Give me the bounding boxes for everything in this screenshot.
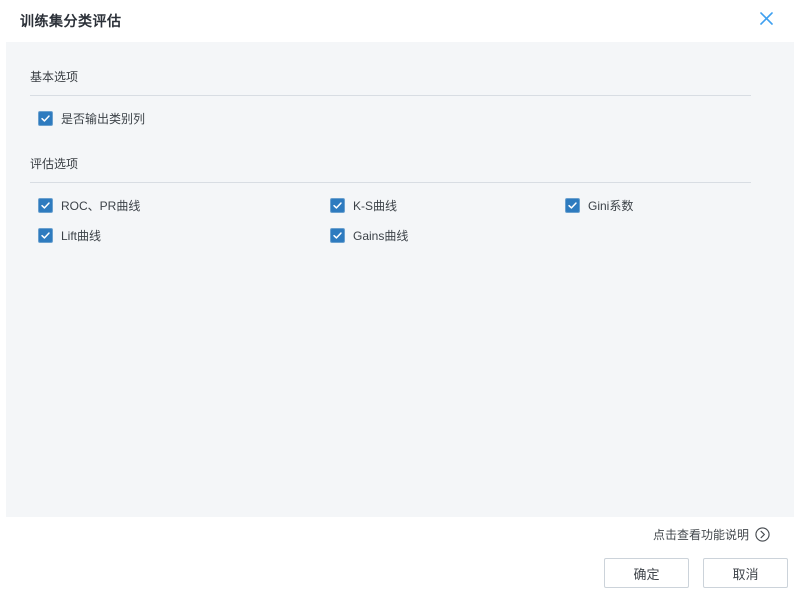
close-button[interactable] bbox=[756, 8, 776, 28]
checkbox-lift-curve[interactable] bbox=[38, 228, 53, 243]
option-gini-coefficient[interactable]: Gini系数 bbox=[565, 190, 770, 220]
checkbox-gini-coefficient[interactable] bbox=[565, 198, 580, 213]
checkbox-output-category-column[interactable] bbox=[38, 111, 53, 126]
close-icon bbox=[760, 12, 773, 25]
option-label: Lift曲线 bbox=[61, 227, 101, 244]
help-link[interactable]: 点击查看功能说明 bbox=[0, 523, 800, 545]
option-lift-curve[interactable]: Lift曲线 bbox=[38, 220, 330, 250]
option-roc-pr-curve[interactable]: ROC、PR曲线 bbox=[38, 190, 330, 220]
option-label: ROC、PR曲线 bbox=[61, 197, 140, 214]
option-output-category-column[interactable]: 是否输出类别列 bbox=[38, 103, 770, 133]
checkbox-roc-pr-curve[interactable] bbox=[38, 198, 53, 213]
option-label: 是否输出类别列 bbox=[61, 110, 145, 127]
ok-button[interactable]: 确定 bbox=[604, 558, 689, 588]
grid-empty-cell bbox=[565, 220, 770, 250]
check-icon bbox=[40, 113, 51, 124]
dialog-header: 训练集分类评估 bbox=[0, 0, 800, 42]
check-icon bbox=[40, 200, 51, 211]
section-evaluation-options: 评估选项 bbox=[30, 155, 751, 183]
evaluation-options-grid: ROC、PR曲线 K-S曲线 Gini系数 bbox=[38, 190, 770, 250]
check-icon bbox=[332, 230, 343, 241]
option-label: Gini系数 bbox=[588, 197, 633, 214]
cancel-button[interactable]: 取消 bbox=[703, 558, 788, 588]
option-label: K-S曲线 bbox=[353, 197, 397, 214]
option-gains-curve[interactable]: Gains曲线 bbox=[330, 220, 565, 250]
dialog-title: 训练集分类评估 bbox=[20, 11, 122, 31]
dialog-body-panel: 基本选项 是否输出类别列 评估选项 ROC、PR曲线 bbox=[6, 42, 794, 517]
option-label: Gains曲线 bbox=[353, 227, 408, 244]
checkbox-ks-curve[interactable] bbox=[330, 198, 345, 213]
section-title-basic: 基本选项 bbox=[30, 70, 78, 84]
section-title-evaluation: 评估选项 bbox=[30, 157, 78, 171]
dialog-footer: 点击查看功能说明 确定 取消 bbox=[0, 517, 800, 597]
check-icon bbox=[332, 200, 343, 211]
training-set-classification-evaluation-dialog: 训练集分类评估 基本选项 是否输出类别列 评估选项 bbox=[0, 0, 800, 597]
option-ks-curve[interactable]: K-S曲线 bbox=[330, 190, 565, 220]
checkbox-gains-curve[interactable] bbox=[330, 228, 345, 243]
section-spacer bbox=[30, 133, 770, 155]
check-icon bbox=[567, 200, 578, 211]
circle-chevron-right-icon bbox=[755, 527, 770, 542]
dialog-button-row: 确定 取消 bbox=[0, 558, 800, 588]
help-link-label: 点击查看功能说明 bbox=[653, 526, 749, 543]
section-basic-options: 基本选项 bbox=[30, 68, 751, 96]
check-icon bbox=[40, 230, 51, 241]
